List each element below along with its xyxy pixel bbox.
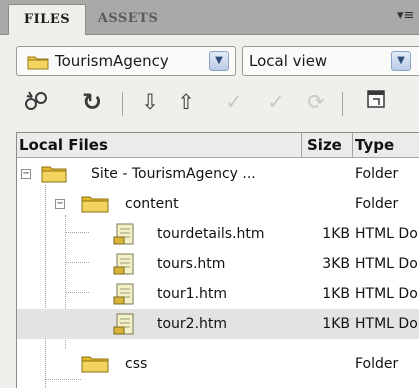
panel-tab-strip: FILES ASSETS ▾≡: [0, 0, 419, 35]
tree-row-type: HTML Do: [355, 256, 418, 272]
view-dropdown[interactable]: Local view ▼: [242, 46, 419, 76]
view-dropdown-value: Local view: [249, 52, 328, 70]
collapse-icon[interactable]: −: [21, 169, 31, 179]
folder-icon: [27, 56, 49, 70]
tree-row-folder-css[interactable]: css Folder: [17, 349, 419, 379]
get-files-icon[interactable]: ⇩: [136, 88, 164, 116]
chevron-down-icon[interactable]: ▼: [391, 51, 411, 71]
expand-panel-icon[interactable]: [362, 88, 390, 116]
tree-row-type: Folder: [355, 166, 399, 182]
tab-files[interactable]: FILES: [8, 4, 86, 35]
tree-row-type: HTML Do: [355, 226, 418, 242]
column-divider[interactable]: [301, 133, 302, 157]
tree-row-label: css: [125, 356, 148, 372]
tree-row-folder-content[interactable]: − content Folder: [17, 189, 419, 219]
tree-row-size: 1KB: [322, 286, 350, 302]
toolbar-divider: [122, 92, 123, 116]
column-header-local-files[interactable]: Local Files: [19, 133, 108, 157]
site-dropdown[interactable]: TourismAgency ▼: [16, 46, 236, 76]
folder-icon: [81, 356, 109, 373]
files-toolbar: ↻ ⇩ ⇧ ✓ ✓ ⟳: [0, 84, 419, 124]
connect-icon[interactable]: [22, 88, 50, 116]
tree-row-size: 3KB: [322, 256, 350, 272]
tree-row-type: HTML Do: [355, 316, 418, 332]
check-in-icon[interactable]: ✓: [262, 88, 290, 116]
tree-row-file[interactable]: tour1.htm 1KB HTML Do: [17, 279, 419, 309]
site-dropdown-value: TourismAgency: [55, 52, 169, 70]
toolbar-divider: [342, 92, 343, 116]
tree-row-size: 1KB: [322, 226, 350, 242]
tree-row-type: Folder: [355, 356, 399, 372]
tree-row-type: HTML Do: [355, 286, 418, 302]
collapse-icon[interactable]: −: [55, 199, 65, 209]
tree-row-type: Folder: [355, 196, 399, 212]
tree-row-label: Site - TourismAgency ...: [91, 166, 256, 182]
check-out-icon[interactable]: ✓: [220, 88, 248, 116]
refresh-icon[interactable]: ↻: [78, 88, 106, 116]
tree-row-label: content: [125, 196, 179, 212]
tree-row-label: tourdetails.htm: [157, 226, 265, 242]
tree-row-file-selected[interactable]: tour2.htm 1KB HTML Do: [17, 309, 419, 339]
tree-row-size: 1KB: [322, 316, 350, 332]
tree-row-label: tour2.htm: [157, 316, 228, 332]
tree-row-site[interactable]: − Site - TourismAgency ... Folder: [17, 159, 419, 189]
site-selector-row: TourismAgency ▼ Local view ▼: [0, 40, 419, 84]
column-divider[interactable]: [352, 133, 353, 157]
grid-header: Local Files Size Type: [17, 133, 419, 158]
tree-row-file[interactable]: tourdetails.htm 1KB HTML Do: [17, 219, 419, 249]
tab-assets[interactable]: ASSETS: [88, 4, 168, 34]
folder-icon: [41, 166, 67, 183]
tree-line: [45, 379, 81, 380]
html-file-icon: [113, 253, 134, 275]
html-file-icon: [113, 283, 134, 305]
files-panel: FILES ASSETS ▾≡ TourismAgency ▼ Local vi…: [0, 0, 419, 388]
tree-row-file[interactable]: tours.htm 3KB HTML Do: [17, 249, 419, 279]
chevron-down-icon[interactable]: ▼: [209, 51, 229, 71]
put-files-icon[interactable]: ⇧: [172, 88, 200, 116]
html-file-icon: [113, 223, 134, 245]
options-menu-icon[interactable]: ▾≡: [397, 8, 414, 24]
column-header-type[interactable]: Type: [355, 133, 394, 157]
tree-row-label: tours.htm: [157, 256, 226, 272]
folder-icon: [81, 196, 109, 213]
local-files-grid: Local Files Size Type − Site - TourismAg…: [16, 132, 419, 388]
html-file-icon: [113, 313, 134, 335]
tree-row-label: tour1.htm: [157, 286, 228, 302]
synchronize-icon[interactable]: ⟳: [302, 88, 330, 116]
column-header-size[interactable]: Size: [307, 133, 342, 157]
